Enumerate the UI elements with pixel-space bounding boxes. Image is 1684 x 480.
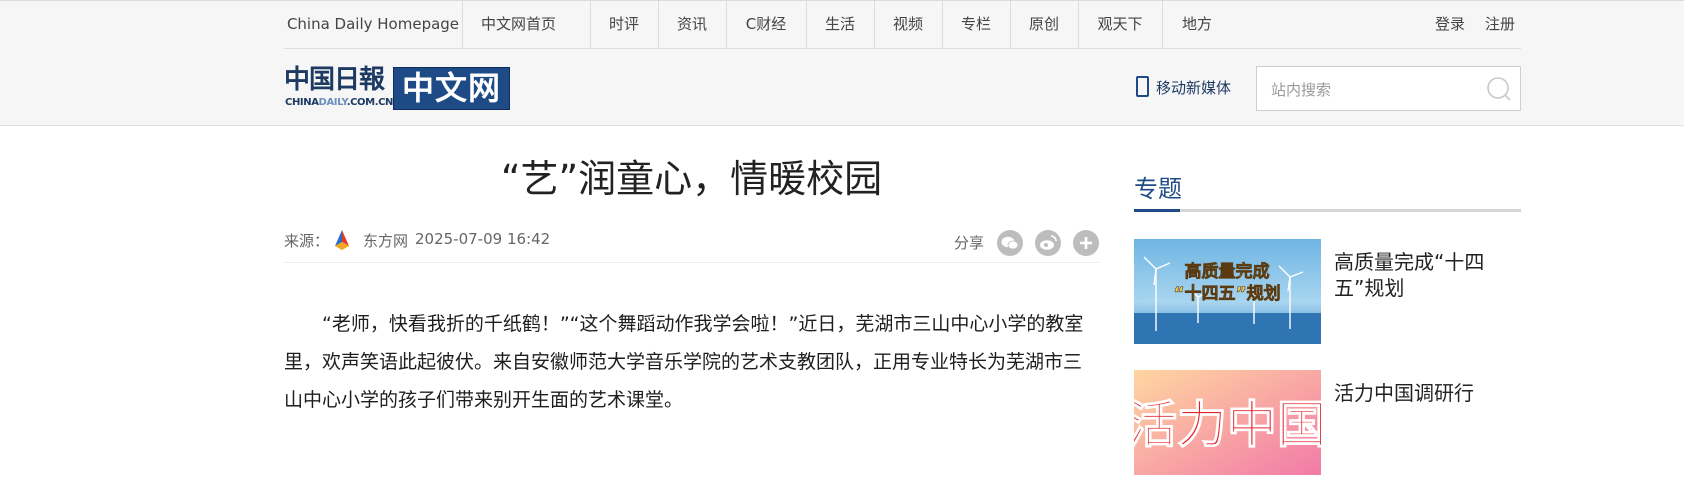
source-name[interactable]: 东方网 [363, 230, 408, 251]
topic-thumbnail-vitality-china: 活力中国 [1134, 370, 1321, 475]
wechat-icon[interactable] [997, 230, 1023, 256]
mobile-media-label: 移动新媒体 [1156, 79, 1232, 97]
search-box [1256, 66, 1521, 112]
source-label: 来源： [284, 232, 330, 250]
topic-card[interactable]: 高质量完成 “十四五”规划 高质量完成“十四五”规划 [1134, 239, 1521, 349]
phone-icon [1136, 76, 1149, 97]
source-logo-icon [332, 229, 352, 251]
logo-chinese-net-box: 中文网 [393, 67, 510, 110]
logo-chinese-text: 中国日報 [284, 65, 385, 95]
search-input[interactable] [1269, 67, 1473, 112]
topic-card[interactable]: 活力中国 活力中国调研行 [1134, 370, 1521, 480]
article-paragraph: “老师，快看我折的千纸鹤！”“这个舞蹈动作我学会啦！”近日，芜湖市三山中心小学的… [284, 313, 1084, 411]
sidebar-title-underline [1134, 209, 1521, 212]
login-link[interactable]: 登录 [1430, 1, 1470, 48]
nav-item-world[interactable]: 观天下 [1078, 1, 1162, 48]
topic-card-title[interactable]: 活力中国调研行 [1334, 380, 1514, 406]
publish-time: 2025-07-09 16:42 [415, 230, 551, 248]
nav-item-column[interactable]: 专栏 [942, 1, 1010, 48]
nav-item-china-daily-homepage[interactable]: China Daily Homepage [284, 1, 462, 48]
nav-item-commentary[interactable]: 时评 [590, 1, 658, 48]
article-meta: 来源： 东方网 2025-07-09 16:42 分享 [284, 220, 1099, 263]
svg-text:高质量完成: 高质量完成 [1185, 261, 1270, 282]
weibo-icon[interactable] [1035, 230, 1061, 256]
share-label: 分享 [954, 234, 985, 252]
nav-item-local[interactable]: 地方 [1162, 1, 1232, 48]
plus-icon[interactable] [1073, 230, 1099, 256]
topic-card-title[interactable]: 高质量完成“十四五”规划 [1334, 249, 1514, 301]
mobile-media-link[interactable]: 移动新媒体 [1136, 74, 1231, 102]
register-link[interactable]: 注册 [1480, 1, 1520, 48]
sidebar-title: 专题 [1134, 175, 1182, 203]
nav-item-original[interactable]: 原创 [1010, 1, 1078, 48]
nav-item-life[interactable]: 生活 [806, 1, 874, 48]
nav-item-chinese-home[interactable]: 中文网首页 [462, 1, 575, 48]
topic-thumbnail-wind-farm: 高质量完成 “十四五”规划 [1134, 239, 1321, 344]
nav-item-news[interactable]: 资讯 [658, 1, 726, 48]
article-title: “艺”润童心，情暖校园 [500, 157, 883, 201]
site-header: China Daily Homepage 中文网首页 时评 资讯 C财经 生活 … [0, 1, 1684, 126]
top-nav: China Daily Homepage 中文网首页 时评 资讯 C财经 生活 … [284, 1, 1521, 49]
svg-text:活力中国: 活力中国 [1134, 395, 1321, 454]
logo-row: 中国日報 CHINADAILY.COM.CN 中文网 移动新媒体 [284, 49, 1521, 125]
search-icon[interactable] [1484, 77, 1512, 101]
nav-item-finance[interactable]: C财经 [726, 1, 806, 48]
logo-english-text: CHINADAILY.COM.CN [285, 97, 394, 108]
nav-item-video[interactable]: 视频 [874, 1, 942, 48]
svg-text:“十四五”规划: “十四五”规划 [1173, 283, 1280, 304]
